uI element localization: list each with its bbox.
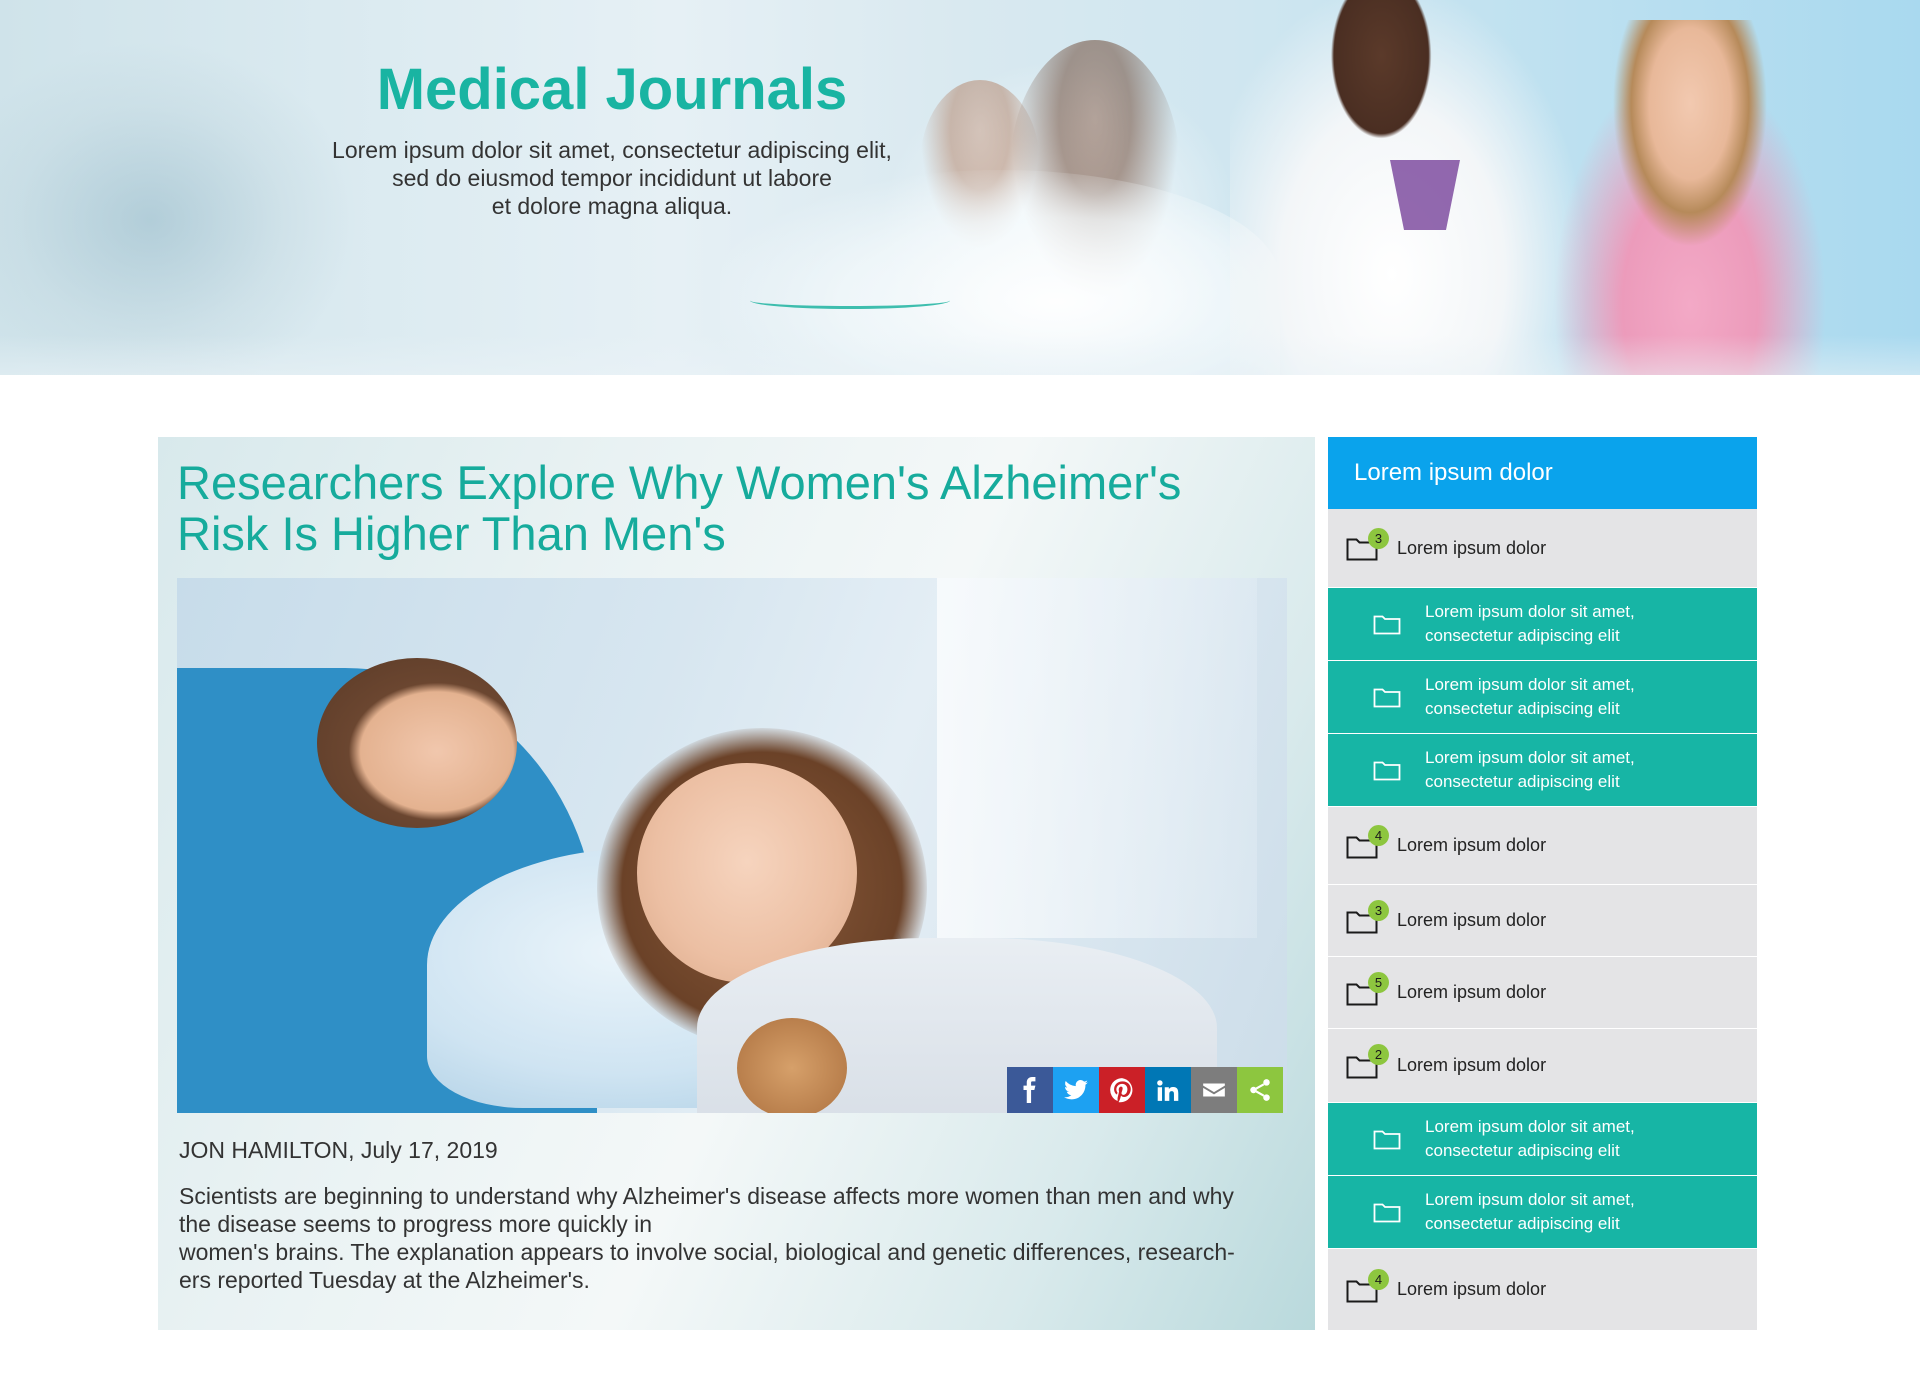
excerpt-line: women's brains. The explanation appears …: [179, 1239, 1235, 1265]
subitem-line: Lorem ipsum dolor sit amet,: [1425, 602, 1635, 621]
excerpt-line: Scientists are beginning to understand w…: [179, 1183, 1234, 1209]
count-badge: 3: [1368, 528, 1389, 549]
share-linkedin-button[interactable]: [1145, 1067, 1191, 1113]
tagline-line: et dolore magna aliqua.: [491, 193, 733, 219]
sidebar-category-label: Lorem ipsum dolor: [1397, 835, 1547, 855]
tagline-line: Lorem ipsum dolor sit amet, consectetur …: [332, 137, 892, 163]
count-badge: 5: [1368, 972, 1389, 993]
sidebar-category-label: Lorem ipsum dolor: [1397, 1279, 1547, 1299]
sidebar-category-label: Lorem ipsum dolor: [1397, 982, 1547, 1002]
sidebar-subitem[interactable]: Lorem ipsum dolor sit amet, consectetur …: [1328, 734, 1757, 807]
envelope-icon: [1203, 1083, 1225, 1097]
subitem-line: consectetur adipiscing elit: [1425, 699, 1620, 718]
count-badge: 4: [1368, 825, 1389, 846]
sidebar-subitem[interactable]: Lorem ipsum dolor sit amet, consectetur …: [1328, 588, 1757, 661]
subitem-line: consectetur adipiscing elit: [1425, 626, 1620, 645]
article-byline: JON HAMILTON, July 17, 2019: [179, 1137, 498, 1163]
folder-icon: [1373, 761, 1401, 781]
sidebar-category-item[interactable]: 4 Lorem ipsum dolor: [1328, 1249, 1757, 1331]
facebook-icon: [1023, 1077, 1036, 1103]
folder-icon: [1373, 615, 1401, 635]
sidebar-subitem-label: Lorem ipsum dolor sit amet, consectetur …: [1425, 673, 1635, 721]
article-title[interactable]: Researchers Explore Why Women's Alzheime…: [177, 457, 1277, 559]
sidebar-subitem[interactable]: Lorem ipsum dolor sit amet, consectetur …: [1328, 1103, 1757, 1176]
share-icon: [1250, 1079, 1270, 1101]
tagline-line: sed do eiusmod tempor incididunt ut labo…: [392, 165, 832, 191]
sidebar-subitem[interactable]: Lorem ipsum dolor sit amet, consectetur …: [1328, 1176, 1757, 1249]
pinterest-icon: [1110, 1078, 1133, 1103]
excerpt-line: the disease seems to progress more quick…: [179, 1211, 652, 1237]
subitem-line: consectetur adipiscing elit: [1425, 1214, 1620, 1233]
sidebar-category-item[interactable]: 2 Lorem ipsum dolor: [1328, 1029, 1757, 1103]
excerpt-line: ers reported Tuesday at the Alzheimer's.: [179, 1267, 590, 1293]
subitem-line: Lorem ipsum dolor sit amet,: [1425, 675, 1635, 694]
subitem-line: Lorem ipsum dolor sit amet,: [1425, 1117, 1635, 1136]
sidebar-category-item[interactable]: 5 Lorem ipsum dolor: [1328, 957, 1757, 1029]
subitem-line: consectetur adipiscing elit: [1425, 1141, 1620, 1160]
share-bar: [1007, 1067, 1283, 1113]
sidebar-category-item[interactable]: 3 Lorem ipsum dolor: [1328, 885, 1757, 957]
category-sidebar: Lorem ipsum dolor 3 Lorem ipsum dolor Lo…: [1328, 437, 1757, 1331]
sidebar-subitem-label: Lorem ipsum dolor sit amet, consectetur …: [1425, 600, 1635, 648]
count-badge: 2: [1368, 1044, 1389, 1065]
article-excerpt: Scientists are beginning to understand w…: [179, 1182, 1279, 1294]
folder-icon: [1373, 1203, 1401, 1223]
article-title-line[interactable]: Risk Is Higher Than Men's: [177, 508, 1277, 559]
site-tagline: Lorem ipsum dolor sit amet, consectetur …: [300, 136, 924, 220]
sidebar-category-item[interactable]: 4 Lorem ipsum dolor: [1328, 807, 1757, 885]
hero-photo-child: [1530, 20, 1850, 375]
sidebar-category-label: Lorem ipsum dolor: [1397, 1055, 1547, 1075]
sidebar-subitem[interactable]: Lorem ipsum dolor sit amet, consectetur …: [1328, 661, 1757, 734]
image-nurse-head: [317, 658, 517, 828]
hero-bottom-fade: [0, 335, 1920, 375]
linkedin-icon: [1157, 1080, 1179, 1101]
article-title-line[interactable]: Researchers Explore Why Women's Alzheime…: [177, 457, 1277, 508]
twitter-icon: [1064, 1080, 1088, 1100]
sidebar-category-item[interactable]: 3 Lorem ipsum dolor: [1328, 509, 1757, 588]
subitem-line: Lorem ipsum dolor sit amet,: [1425, 748, 1635, 767]
article-hero-image[interactable]: [177, 578, 1287, 1113]
hero-banner: Medical Journals Lorem ipsum dolor sit a…: [0, 0, 1920, 375]
sidebar-subitem-label: Lorem ipsum dolor sit amet, consectetur …: [1425, 1115, 1635, 1163]
folder-icon: [1373, 1130, 1401, 1150]
subitem-line: Lorem ipsum dolor sit amet,: [1425, 1190, 1635, 1209]
sidebar-header: Lorem ipsum dolor: [1328, 437, 1757, 509]
share-email-button[interactable]: [1191, 1067, 1237, 1113]
sidebar-category-label: Lorem ipsum dolor: [1397, 537, 1547, 558]
share-pinterest-button[interactable]: [1099, 1067, 1145, 1113]
article-card: Researchers Explore Why Women's Alzheime…: [158, 437, 1315, 1330]
hero-swoosh-decoration: [750, 292, 950, 309]
share-twitter-button[interactable]: [1053, 1067, 1099, 1113]
subitem-line: consectetur adipiscing elit: [1425, 772, 1620, 791]
image-window-light: [937, 578, 1257, 938]
sidebar-subitem-label: Lorem ipsum dolor sit amet, consectetur …: [1425, 746, 1635, 794]
count-badge: 3: [1368, 900, 1389, 921]
sidebar-subitem-label: Lorem ipsum dolor sit amet, consectetur …: [1425, 1188, 1635, 1236]
share-more-button[interactable]: [1237, 1067, 1283, 1113]
count-badge: 4: [1368, 1269, 1389, 1290]
share-facebook-button[interactable]: [1007, 1067, 1053, 1113]
folder-icon: [1373, 688, 1401, 708]
site-title: Medical Journals: [376, 57, 848, 122]
image-teddy-bear: [737, 1018, 847, 1113]
sidebar-category-label: Lorem ipsum dolor: [1397, 910, 1547, 930]
